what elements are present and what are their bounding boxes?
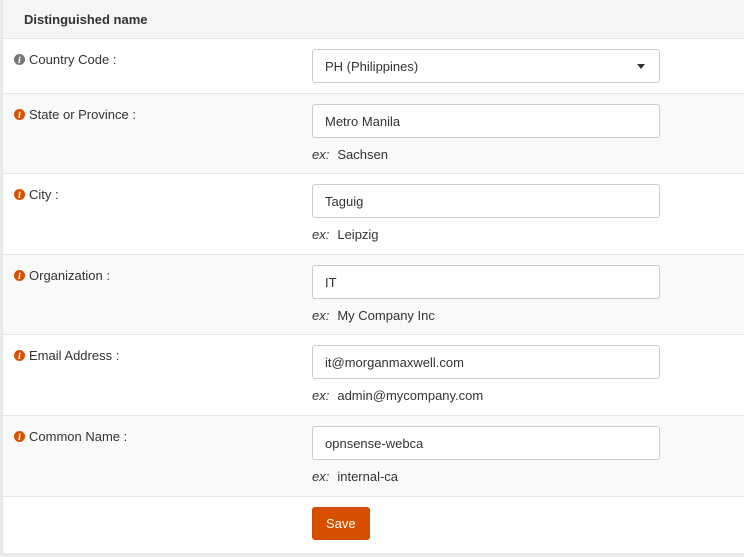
city-row: i City : ex:Leipzig <box>3 174 744 255</box>
state-hint: ex: Sachsen <box>312 147 388 162</box>
info-icon[interactable]: i <box>14 109 25 120</box>
common-name-row: i Common Name : ex:internal-ca <box>3 416 744 497</box>
organization-input[interactable] <box>312 265 660 299</box>
city-hint: ex: Leipzig <box>312 227 379 242</box>
info-icon[interactable]: i <box>14 189 25 200</box>
common-name-label-text: Common Name : <box>29 429 128 444</box>
organization-hint: ex: My Company Inc <box>312 308 435 323</box>
info-icon[interactable]: i <box>14 350 25 361</box>
info-icon[interactable]: i <box>14 431 25 442</box>
country-code-label-text: Country Code : <box>29 52 117 67</box>
email-input[interactable] <box>312 345 660 379</box>
country-code-selected-value: PH (Philippines) <box>325 58 419 74</box>
common-name-hint: ex: internal-ca <box>312 469 399 484</box>
actions-row: Save <box>3 497 744 553</box>
info-icon[interactable]: i <box>14 54 25 65</box>
email-label-text: Email Address : <box>29 348 120 363</box>
save-button[interactable]: Save <box>312 507 370 540</box>
organization-row: i Organization : ex:My Company Inc <box>3 255 744 335</box>
country-code-select[interactable]: PH (Philippines) <box>312 49 660 83</box>
state-label-text: State or Province : <box>29 107 136 122</box>
common-name-label: i Common Name : <box>14 429 127 444</box>
city-label: i City : <box>14 187 59 202</box>
common-name-input[interactable] <box>312 426 660 460</box>
email-row: i Email Address : ex:admin@mycompany.com <box>3 335 744 416</box>
state-input[interactable] <box>312 104 660 138</box>
city-input[interactable] <box>312 184 660 218</box>
section-title: Distinguished name <box>3 0 744 39</box>
info-icon[interactable]: i <box>14 270 25 281</box>
organization-label: i Organization : <box>14 268 110 283</box>
state-label: i State or Province : <box>14 107 136 122</box>
country-code-row: i Country Code : PH (Philippines) <box>3 39 744 94</box>
state-row: i State or Province : ex:Sachsen <box>3 94 744 174</box>
email-label: i Email Address : <box>14 348 119 363</box>
country-code-label: i Country Code : <box>14 52 116 67</box>
city-label-text: City : <box>29 187 59 202</box>
chevron-down-icon <box>637 63 645 69</box>
organization-label-text: Organization : <box>29 268 110 283</box>
email-hint: ex: admin@mycompany.com <box>312 388 484 403</box>
distinguished-name-panel: Distinguished name i Country Code : PH (… <box>2 0 744 553</box>
